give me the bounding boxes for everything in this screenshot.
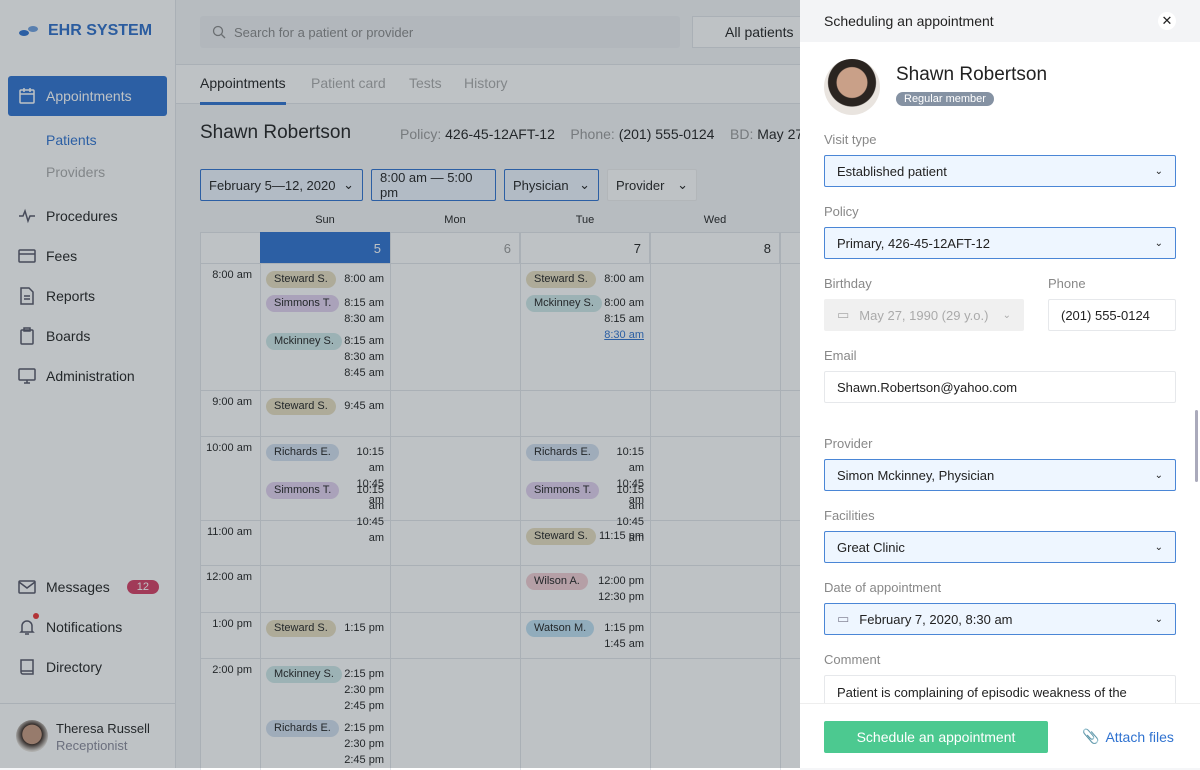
panel-header: Scheduling an appointment ✕	[800, 0, 1200, 42]
phone-input[interactable]: (201) 555-0124	[1048, 299, 1176, 331]
scheduling-panel: Scheduling an appointment ✕ Shawn Robert…	[800, 0, 1200, 768]
panel-patient-name: Shawn Robertson	[896, 64, 1048, 85]
provider-select[interactable]: Simon Mckinney, Physician ⌄	[824, 459, 1176, 491]
visit-type-label: Visit type	[824, 132, 877, 147]
chevron-down-icon: ⌄	[1154, 165, 1163, 177]
panel-scrollbar[interactable]	[1195, 410, 1198, 482]
date-value: February 7, 2020, 8:30 am	[859, 611, 1013, 627]
close-icon[interactable]: ✕	[1158, 12, 1176, 30]
date-select[interactable]: ▭ February 7, 2020, 8:30 am ⌄	[824, 603, 1176, 635]
birthday-field: ▭ May 27, 1990 (29 y.o.) ⌄	[824, 299, 1024, 331]
chevron-down-icon: ⌄	[1154, 469, 1163, 481]
provider-value: Simon Mckinney, Physician	[837, 467, 995, 483]
policy-label: Policy	[824, 204, 859, 219]
patient-avatar	[824, 59, 880, 115]
visit-type-select[interactable]: Established patient ⌄	[824, 155, 1176, 187]
comment-label: Comment	[824, 652, 881, 667]
calendar-icon: ▭	[837, 307, 850, 322]
chevron-down-icon: ⌄	[1002, 309, 1011, 321]
phone-label: Phone	[1048, 276, 1086, 291]
facilities-label: Facilities	[824, 508, 875, 523]
attach-files-button[interactable]: 📎 Attach files	[1082, 728, 1174, 745]
email-label: Email	[824, 348, 857, 363]
modal-overlay[interactable]	[0, 0, 800, 768]
facilities-select[interactable]: Great Clinic ⌄	[824, 531, 1176, 563]
birthday-value: May 27, 1990 (29 y.o.)	[859, 307, 989, 323]
birthday-label: Birthday	[824, 276, 872, 291]
email-input[interactable]: Shawn.Robertson@yahoo.com	[824, 371, 1176, 403]
chevron-down-icon: ⌄	[1154, 541, 1163, 553]
visit-type-value: Established patient	[837, 163, 947, 179]
attach-files-label: Attach files	[1105, 728, 1174, 745]
paperclip-icon: 📎	[1082, 728, 1100, 744]
member-badge: Regular member	[896, 92, 994, 106]
schedule-appointment-button[interactable]: Schedule an appointment	[824, 721, 1048, 753]
calendar-icon: ▭	[837, 611, 850, 626]
panel-footer: Schedule an appointment 📎 Attach files	[800, 703, 1200, 768]
facilities-value: Great Clinic	[837, 539, 905, 555]
chevron-down-icon: ⌄	[1154, 237, 1163, 249]
phone-value: (201) 555-0124	[1061, 307, 1150, 323]
chevron-down-icon: ⌄	[1154, 613, 1163, 625]
provider-label: Provider	[824, 436, 873, 451]
email-value: Shawn.Robertson@yahoo.com	[837, 379, 1018, 395]
date-label: Date of appointment	[824, 580, 942, 595]
panel-title: Scheduling an appointment	[824, 13, 994, 29]
policy-value: Primary, 426-45-12AFT-12	[837, 235, 990, 251]
comment-value: Patient is complaining of episodic weakn…	[837, 685, 1127, 700]
policy-select[interactable]: Primary, 426-45-12AFT-12 ⌄	[824, 227, 1176, 259]
